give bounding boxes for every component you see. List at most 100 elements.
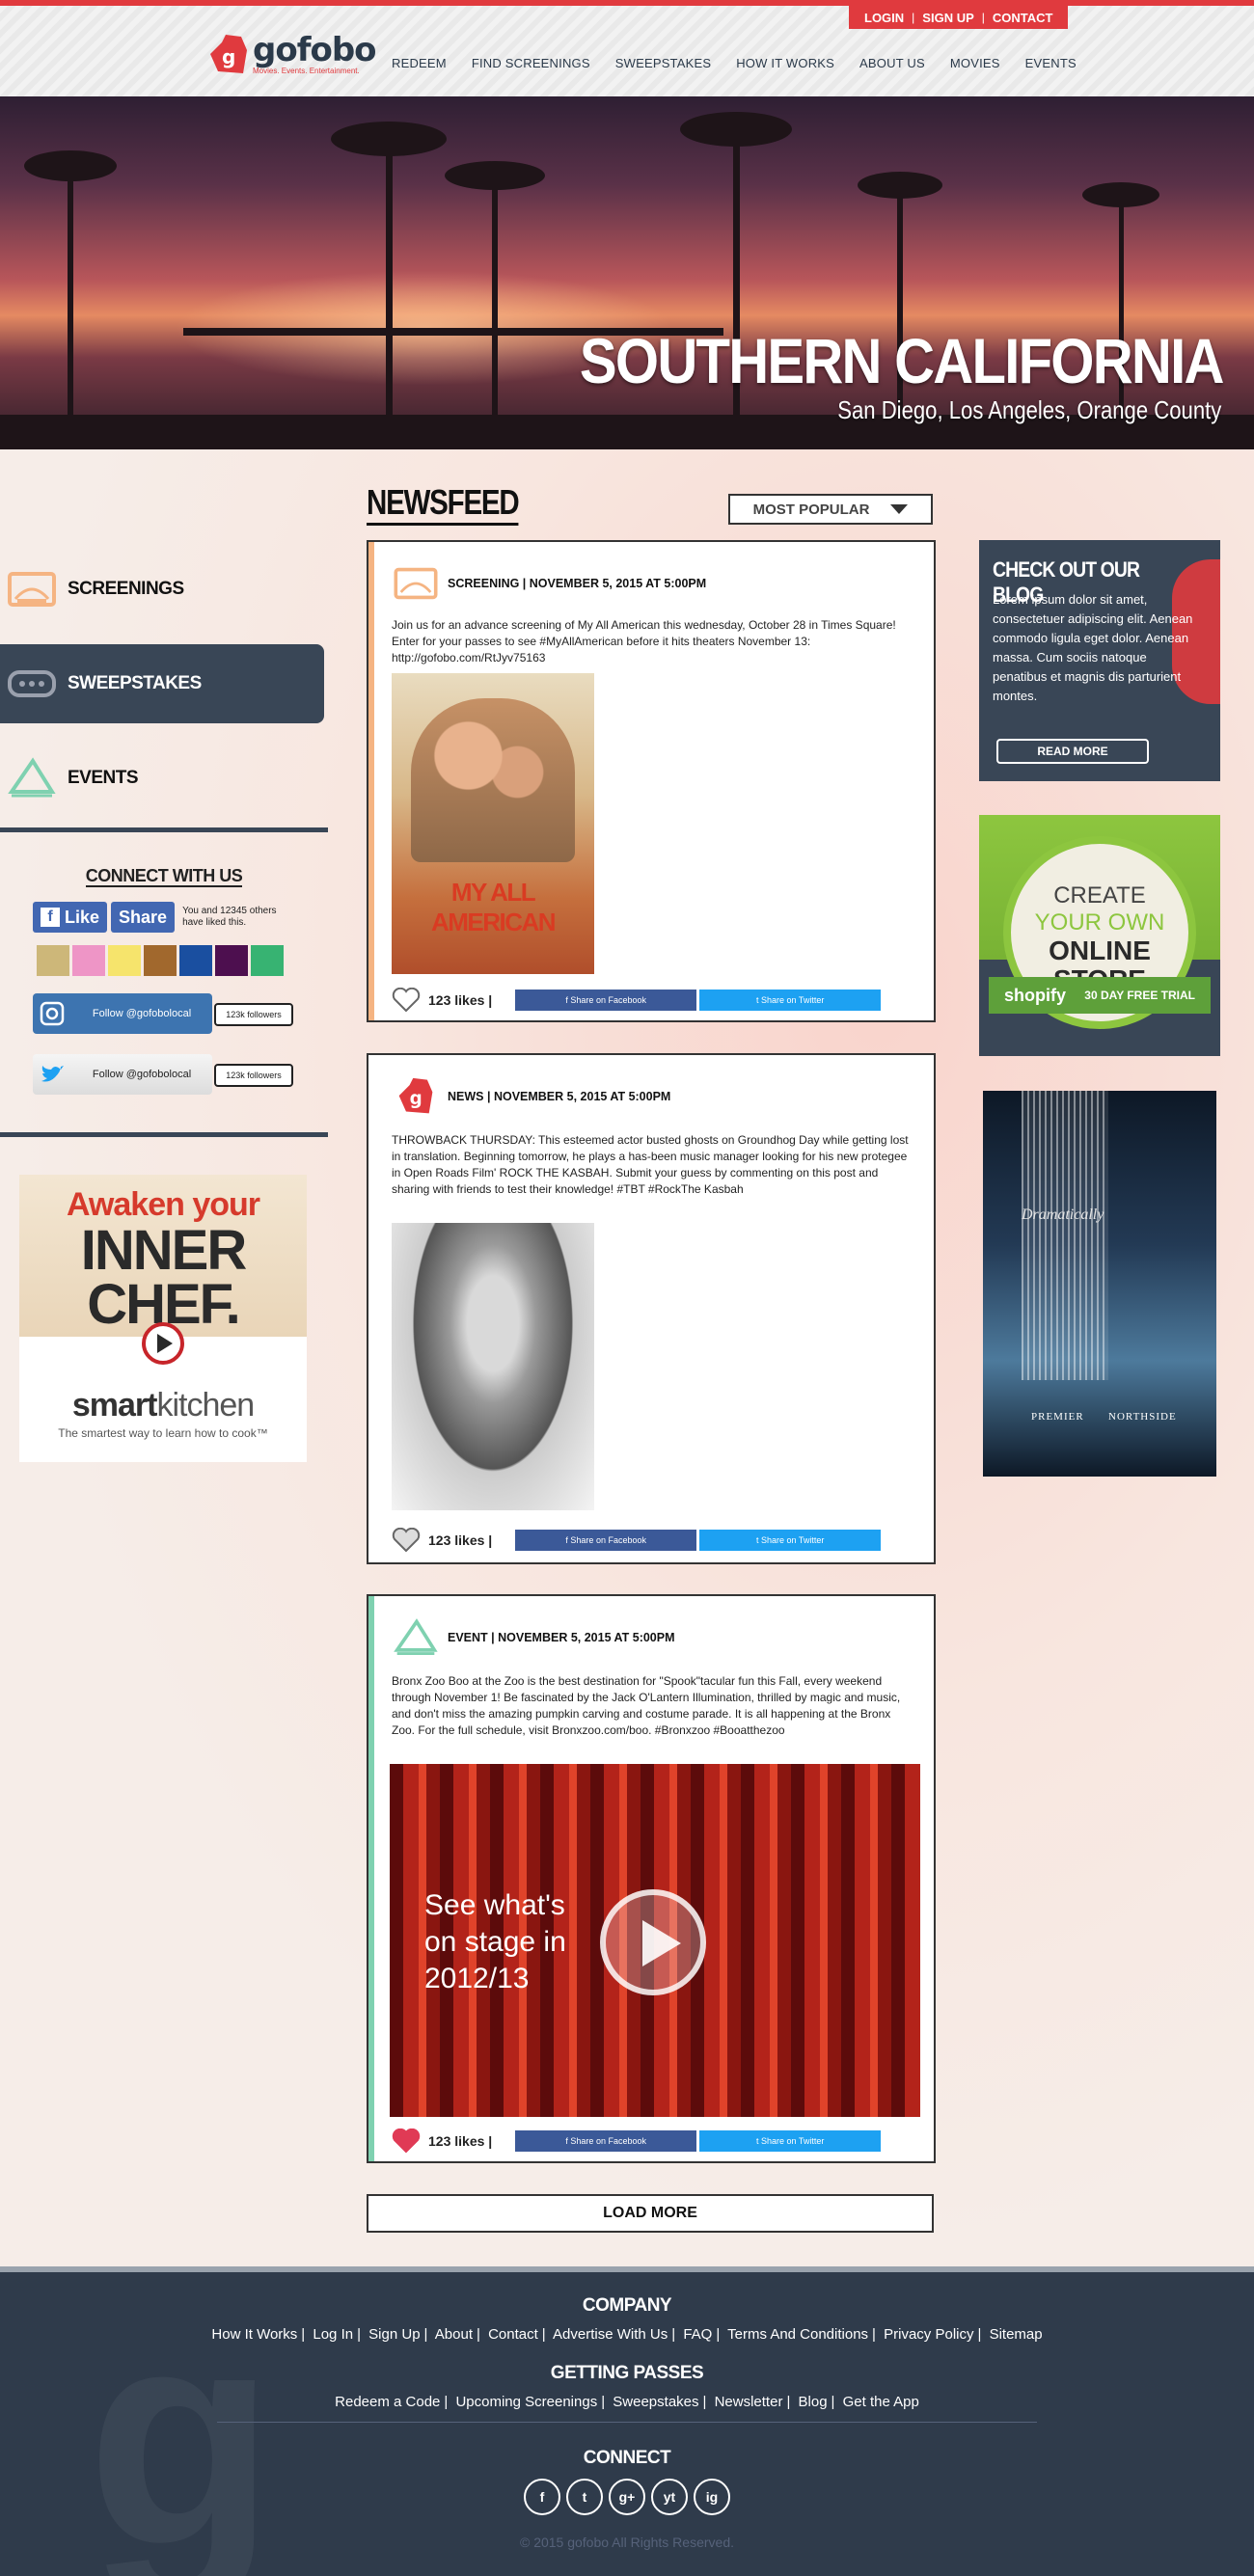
ad-tagline: The smartest way to learn how to cook™ — [58, 1426, 268, 1440]
nav-movies[interactable]: MOVIES — [950, 56, 1000, 70]
swatch[interactable] — [72, 945, 105, 976]
facebook-icon[interactable]: f — [524, 2479, 560, 2515]
ad-line2: INNER — [80, 1219, 247, 1282]
megaphone-icon — [394, 1617, 438, 1658]
footer-link[interactable]: Terms And Conditions — [727, 2326, 868, 2343]
smartkitchen-ad[interactable]: Awaken your INNER CHEF. smartkitchen The… — [19, 1175, 307, 1462]
footer-link[interactable]: Redeem a Code — [335, 2394, 440, 2410]
share-twitter-button[interactable]: t Share on Twitter — [699, 1530, 882, 1551]
movie-poster-image[interactable]: MY ALL AMERICAN — [392, 673, 594, 974]
instagram-follower-count: 123k followers — [214, 1003, 293, 1026]
heart-icon[interactable] — [392, 988, 421, 1013]
newsfeed-title: NEWSFEED — [367, 482, 520, 526]
signup-link[interactable]: SIGN UP — [914, 11, 981, 25]
facebook-like-count: You and 12345 others have liked this. — [182, 906, 277, 928]
like-count: 123 likes | — [428, 992, 493, 1008]
login-link[interactable]: LOGIN — [857, 11, 912, 25]
copyright-text: © 2015 gofobo All Rights Reserved. — [519, 2535, 734, 2550]
nav-events[interactable]: EVENTS — [1025, 56, 1077, 70]
instagram-follow-label: Follow @gofobolocal — [92, 1008, 192, 1019]
share-twitter-button[interactable]: t Share on Twitter — [699, 990, 882, 1011]
footer-link[interactable]: Upcoming Screenings — [455, 2394, 597, 2410]
facebook-share-button[interactable]: Share — [111, 902, 176, 933]
heart-icon[interactable] — [392, 1528, 421, 1553]
facebook-like-button[interactable]: f Like — [33, 902, 108, 933]
post-actions: 123 likes | f Share on Facebook t Share … — [392, 988, 884, 1013]
footer-link[interactable]: Contact — [488, 2326, 538, 2343]
twitter-follow-button[interactable]: Follow @gofobolocal — [33, 1054, 212, 1095]
twitter-icon — [33, 1054, 71, 1095]
footer-company-title: COMPANY — [582, 2295, 672, 2316]
shopify-line3: ONLINE — [1049, 935, 1151, 965]
facebook-like-widget: f Like Share You and 12345 others have l… — [33, 902, 288, 933]
twitter-icon[interactable]: t — [566, 2479, 603, 2515]
hero-banner: SOUTHERN CALIFORNIA San Diego, Los Angel… — [0, 96, 1254, 449]
swatch[interactable] — [144, 945, 177, 976]
share-facebook-button[interactable]: f Share on Facebook — [515, 1530, 697, 1551]
actor-photo-image[interactable] — [392, 1223, 594, 1510]
footer-link[interactable]: About — [435, 2326, 473, 2343]
google-plus-icon[interactable]: g+ — [609, 2479, 645, 2515]
instagram-icon[interactable]: ig — [694, 2479, 730, 2515]
facebook-icon: f — [41, 908, 60, 927]
footer-link[interactable]: Get the App — [843, 2394, 919, 2410]
footer-divider — [217, 2422, 1037, 2423]
like-count: 123 likes | — [428, 2133, 493, 2149]
connect-heading: CONNECT WITH US — [0, 866, 328, 887]
twitter-follower-count: 123k followers — [214, 1064, 293, 1087]
swatch[interactable] — [179, 945, 212, 976]
nav-sweepstakes[interactable]: SWEEPSTAKES — [615, 56, 711, 70]
connect-heading-text: CONNECT WITH US — [85, 866, 243, 887]
footer-link[interactable]: Log In — [313, 2326, 353, 2343]
contact-link[interactable]: CONTACT — [985, 11, 1061, 25]
sidebar-divider — [0, 1132, 328, 1137]
youtube-icon[interactable]: yt — [651, 2479, 688, 2515]
footer-link[interactable]: Sweepstakes — [613, 2394, 698, 2410]
share-facebook-button[interactable]: f Share on Facebook — [515, 990, 697, 1011]
instagram-icon — [33, 993, 71, 1034]
footer-watermark-g: g — [87, 2264, 276, 2576]
load-more-button[interactable]: LOAD MORE — [367, 2194, 934, 2233]
footer-link[interactable]: Sitemap — [990, 2326, 1043, 2343]
instagram-follow-button[interactable]: Follow @gofobolocal — [33, 993, 212, 1034]
shopify-line2: YOUR OWN — [1034, 909, 1165, 935]
swatch[interactable] — [251, 945, 284, 976]
post-card-news: g NEWS | NOVEMBER 5, 2015 AT 5:00PM THRO… — [367, 1053, 936, 1564]
nav-how-it-works[interactable]: HOW IT WORKS — [736, 56, 834, 70]
sidebar-item-screenings[interactable]: SCREENINGS — [0, 550, 328, 629]
share-twitter-button[interactable]: t Share on Twitter — [699, 2130, 882, 2152]
shopify-ad[interactable]: CREATE YOUR OWN ONLINE STORE shopify 30 … — [979, 815, 1220, 1056]
nav-about-us[interactable]: ABOUT US — [859, 56, 925, 70]
swatch[interactable] — [108, 945, 141, 976]
footer-link[interactable]: Newsletter — [715, 2394, 783, 2410]
svg-text:g: g — [410, 1089, 423, 1109]
poster-title: MY ALL AMERICAN — [430, 878, 557, 936]
site-logo[interactable]: g gofobo Movies. Events. Entertainment. — [208, 33, 377, 77]
shopify-ribbon: shopify 30 DAY FREE TRIAL — [989, 977, 1211, 1014]
post-header: SCREENING | NOVEMBER 5, 2015 AT 5:00PM — [394, 563, 706, 604]
share-facebook-button[interactable]: f Share on Facebook — [515, 2130, 697, 2152]
svg-text:g: g — [222, 45, 235, 68]
sidebar-item-sweepstakes[interactable]: SWEEPSTAKES — [0, 644, 324, 723]
play-icon[interactable] — [600, 1889, 706, 1995]
sort-dropdown[interactable]: MOST POPULAR — [728, 494, 933, 525]
nav-find-screenings[interactable]: FIND SCREENINGS — [472, 56, 590, 70]
sidebar-item-events[interactable]: EVENTS — [0, 739, 328, 818]
post-accent-bar — [368, 542, 374, 1020]
footer-link[interactable]: Advertise With Us — [553, 2326, 668, 2343]
swatch[interactable] — [215, 945, 248, 976]
footer-social-icons: f t g+ yt ig — [0, 2479, 1254, 2515]
sort-value: MOST POPULAR — [752, 501, 870, 518]
premier-lighting-ad[interactable]: Dramatically PREMIER NORTHSIDE — [983, 1091, 1216, 1477]
post-card-screening: SCREENING | NOVEMBER 5, 2015 AT 5:00PM J… — [367, 540, 936, 1022]
footer-link[interactable]: Privacy Policy — [884, 2326, 973, 2343]
footer-link[interactable]: Sign Up — [368, 2326, 420, 2343]
nav-redeem[interactable]: REDEEM — [392, 56, 447, 70]
read-more-button[interactable]: READ MORE — [996, 739, 1149, 764]
footer-link[interactable]: How It Works — [211, 2326, 297, 2343]
swatch[interactable] — [37, 945, 69, 976]
footer-link[interactable]: Blog — [799, 2394, 828, 2410]
footer-link[interactable]: FAQ — [683, 2326, 712, 2343]
video-player[interactable]: See what's on stage in 2012/13 — [390, 1764, 920, 2117]
heart-icon[interactable] — [392, 2129, 421, 2154]
